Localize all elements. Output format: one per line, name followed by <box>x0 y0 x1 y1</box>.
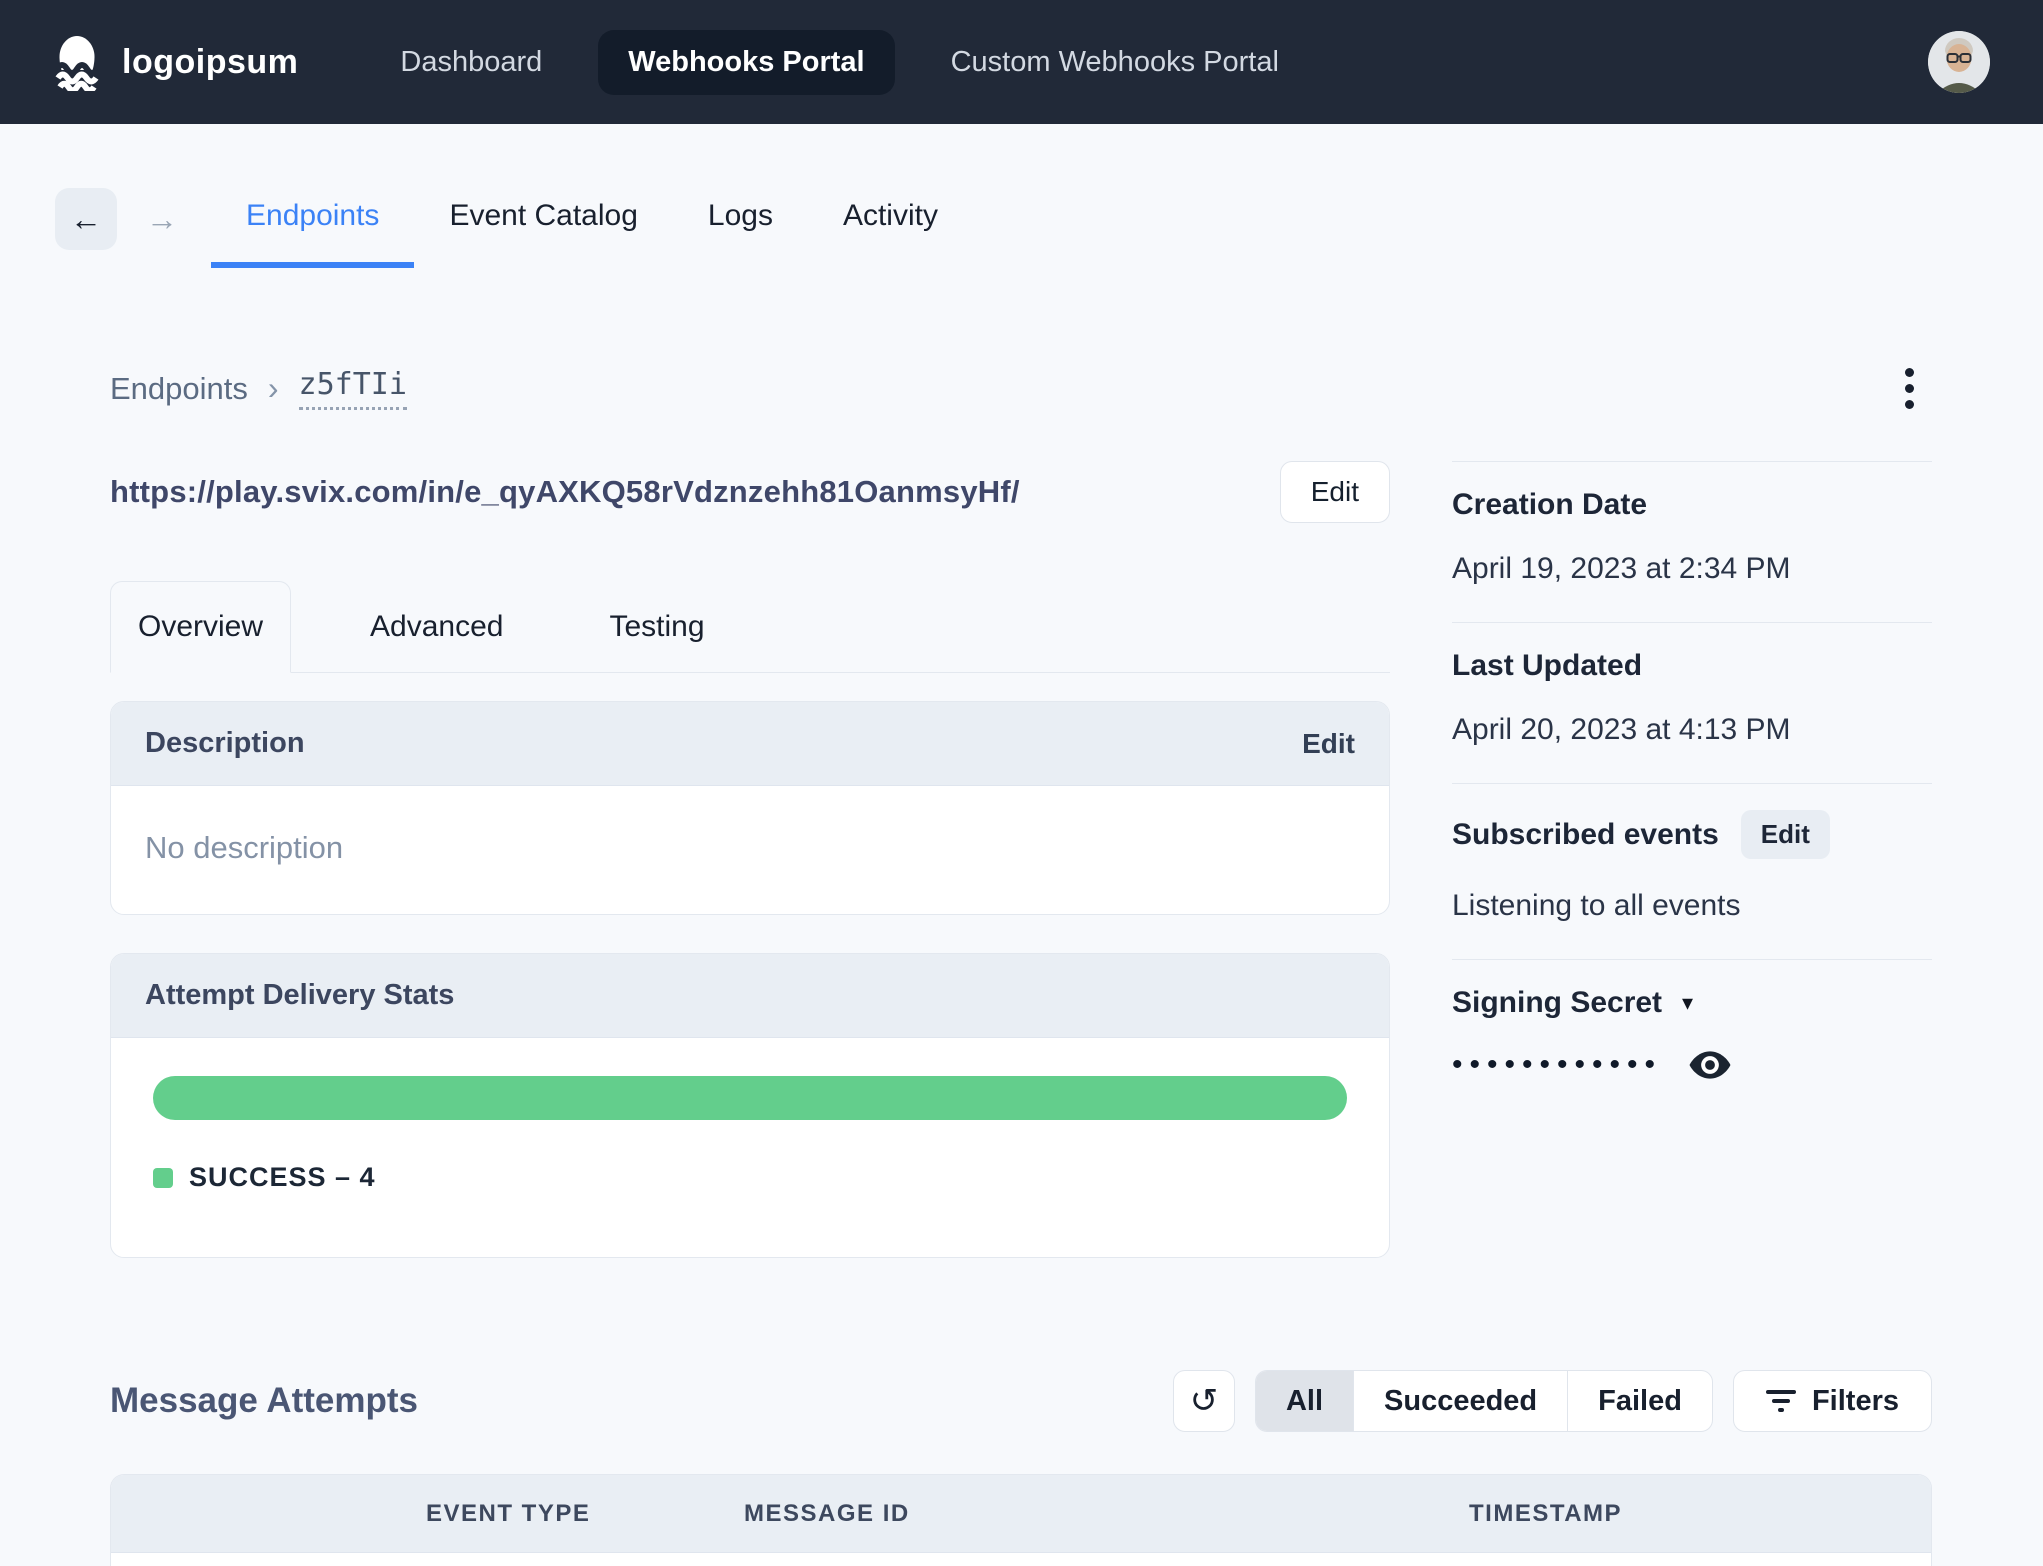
filter-all[interactable]: All <box>1255 1371 1354 1431</box>
forward-button[interactable]: → <box>131 188 193 250</box>
filters-button-label: Filters <box>1811 1384 1899 1417</box>
subscribed-events-value: Listening to all events <box>1452 889 1741 922</box>
message-attempts-header: Message Attempts ↺ All Succeeded Failed … <box>110 1370 1932 1432</box>
tab-event-catalog[interactable]: Event Catalog <box>414 170 672 268</box>
kebab-menu-icon <box>1905 368 1914 409</box>
delivery-stats-body: SUCCESS – 4 <box>111 1038 1389 1257</box>
edit-url-button[interactable]: Edit <box>1279 461 1390 523</box>
breadcrumb: Endpoints › z5fTIi <box>110 367 407 410</box>
message-attempts-title: Message Attempts <box>110 1381 418 1420</box>
signing-secret-section: Signing Secret ▾ •••••••••••• <box>1452 959 1932 1118</box>
column-timestamp: TIMESTAMP <box>1469 1499 1623 1527</box>
filter-succeeded[interactable]: Succeeded <box>1353 1371 1567 1431</box>
tab-endpoints[interactable]: Endpoints <box>211 170 415 268</box>
filter-failed[interactable]: Failed <box>1567 1371 1712 1431</box>
nav-item-webhooks-portal[interactable]: Webhooks Portal <box>598 29 895 95</box>
breadcrumb-current-endpoint[interactable]: z5fTIi <box>298 367 407 410</box>
delivery-stats-legend: SUCCESS – 4 <box>153 1162 1347 1193</box>
tab-advanced[interactable]: Advanced <box>343 581 530 673</box>
portal-nav: ← → Endpoints Event Catalog Logs Activit… <box>0 170 2043 268</box>
column-message-id: MESSAGE ID <box>744 1499 910 1527</box>
description-card: Description Edit No description <box>110 701 1390 915</box>
endpoint-options-button[interactable] <box>1887 360 1932 417</box>
subscribed-events-label: Subscribed events <box>1452 817 1719 851</box>
last-updated-value: April 20, 2023 at 4:13 PM <box>1452 713 1791 746</box>
top-nav-items: Dashboard Webhooks Portal Custom Webhook… <box>370 29 1309 95</box>
portal-tabs: Endpoints Event Catalog Logs Activity <box>211 170 973 268</box>
eye-icon <box>1688 1050 1732 1080</box>
tab-logs[interactable]: Logs <box>673 170 808 268</box>
column-event-type: EVENT TYPE <box>426 1499 591 1527</box>
breadcrumb-root[interactable]: Endpoints <box>110 371 248 407</box>
message-attempts-table: EVENT TYPE MESSAGE ID TIMESTAMP ✓ Succee… <box>110 1474 1932 1566</box>
endpoint-url-row: https://play.svix.com/in/e_qyAXKQ58rVdzn… <box>110 461 1390 523</box>
brand-logo: logoipsum <box>48 33 298 91</box>
edit-description-button[interactable]: Edit <box>1302 728 1355 760</box>
signing-secret-masked-value: •••••••••••• <box>1452 1048 1663 1081</box>
filters-button[interactable]: Filters <box>1732 1370 1932 1432</box>
subscribed-events-section: Subscribed events Edit Listening to all … <box>1452 783 1932 959</box>
success-swatch-icon <box>153 1167 173 1188</box>
chevron-down-icon: ▾ <box>1682 990 1694 1015</box>
forward-arrow-icon: → <box>146 200 178 237</box>
brand-name: logoipsum <box>122 42 299 81</box>
logo-icon <box>48 33 106 91</box>
reveal-secret-button[interactable] <box>1688 1050 1732 1080</box>
last-updated-label: Last Updated <box>1452 649 1643 682</box>
description-title: Description <box>145 727 305 759</box>
status-filter-segmented: All Succeeded Failed <box>1254 1370 1713 1432</box>
tab-testing[interactable]: Testing <box>582 581 731 673</box>
success-bar <box>153 1076 1347 1120</box>
delivery-stats-bar-track <box>153 1076 1347 1120</box>
description-card-header: Description Edit <box>111 702 1389 786</box>
chevron-right-icon: › <box>267 370 279 406</box>
last-updated-section: Last Updated April 20, 2023 at 4:13 PM <box>1452 622 1932 783</box>
tab-overview[interactable]: Overview <box>110 581 292 673</box>
signing-secret-label: Signing Secret <box>1452 986 1663 1019</box>
back-button[interactable]: ← <box>55 188 117 250</box>
creation-date-label: Creation Date <box>1452 488 1648 521</box>
tab-activity[interactable]: Activity <box>808 170 973 268</box>
delivery-stats-card: Attempt Delivery Stats SUCCESS – 4 <box>110 953 1390 1258</box>
endpoint-detail-tabs: Overview Advanced Testing <box>110 581 1390 673</box>
table-row[interactable]: ✓ Succeeded invoice.created msg_2cJyg8l1… <box>111 1553 1931 1566</box>
endpoint-detail: https://play.svix.com/in/e_qyAXKQ58rVdzn… <box>0 461 2043 1258</box>
signing-secret-toggle[interactable]: Signing Secret ▾ <box>1452 986 1693 1020</box>
creation-date-section: Creation Date April 19, 2023 at 2:34 PM <box>1452 461 1932 622</box>
creation-date-value: April 19, 2023 at 2:34 PM <box>1452 552 1791 585</box>
endpoint-main-column: https://play.svix.com/in/e_qyAXKQ58rVdzn… <box>110 461 1390 1258</box>
attempts-controls: ↺ All Succeeded Failed Filters <box>1172 1370 1932 1432</box>
top-navbar: logoipsum Dashboard Webhooks Portal Cust… <box>0 0 2043 124</box>
breadcrumb-row: Endpoints › z5fTIi <box>110 360 1932 417</box>
endpoint-url: https://play.svix.com/in/e_qyAXKQ58rVdzn… <box>110 474 1020 509</box>
filter-icon <box>1765 1390 1796 1412</box>
success-legend-label: SUCCESS – 4 <box>189 1162 376 1192</box>
nav-item-dashboard[interactable]: Dashboard <box>370 30 572 95</box>
nav-item-custom-webhooks-portal[interactable]: Custom Webhooks Portal <box>921 30 1309 95</box>
user-avatar[interactable] <box>1928 31 1990 93</box>
refresh-button[interactable]: ↺ <box>1172 1370 1235 1432</box>
delivery-stats-header: Attempt Delivery Stats <box>111 954 1389 1038</box>
refresh-icon: ↺ <box>1189 1382 1219 1420</box>
back-arrow-icon: ← <box>70 200 102 237</box>
table-header-row: EVENT TYPE MESSAGE ID TIMESTAMP <box>111 1475 1931 1553</box>
edit-subscribed-events-button[interactable]: Edit <box>1740 810 1830 859</box>
delivery-stats-title: Attempt Delivery Stats <box>145 979 455 1011</box>
description-body: No description <box>145 830 344 865</box>
endpoint-sidebar: Creation Date April 19, 2023 at 2:34 PM … <box>1452 461 1932 1258</box>
